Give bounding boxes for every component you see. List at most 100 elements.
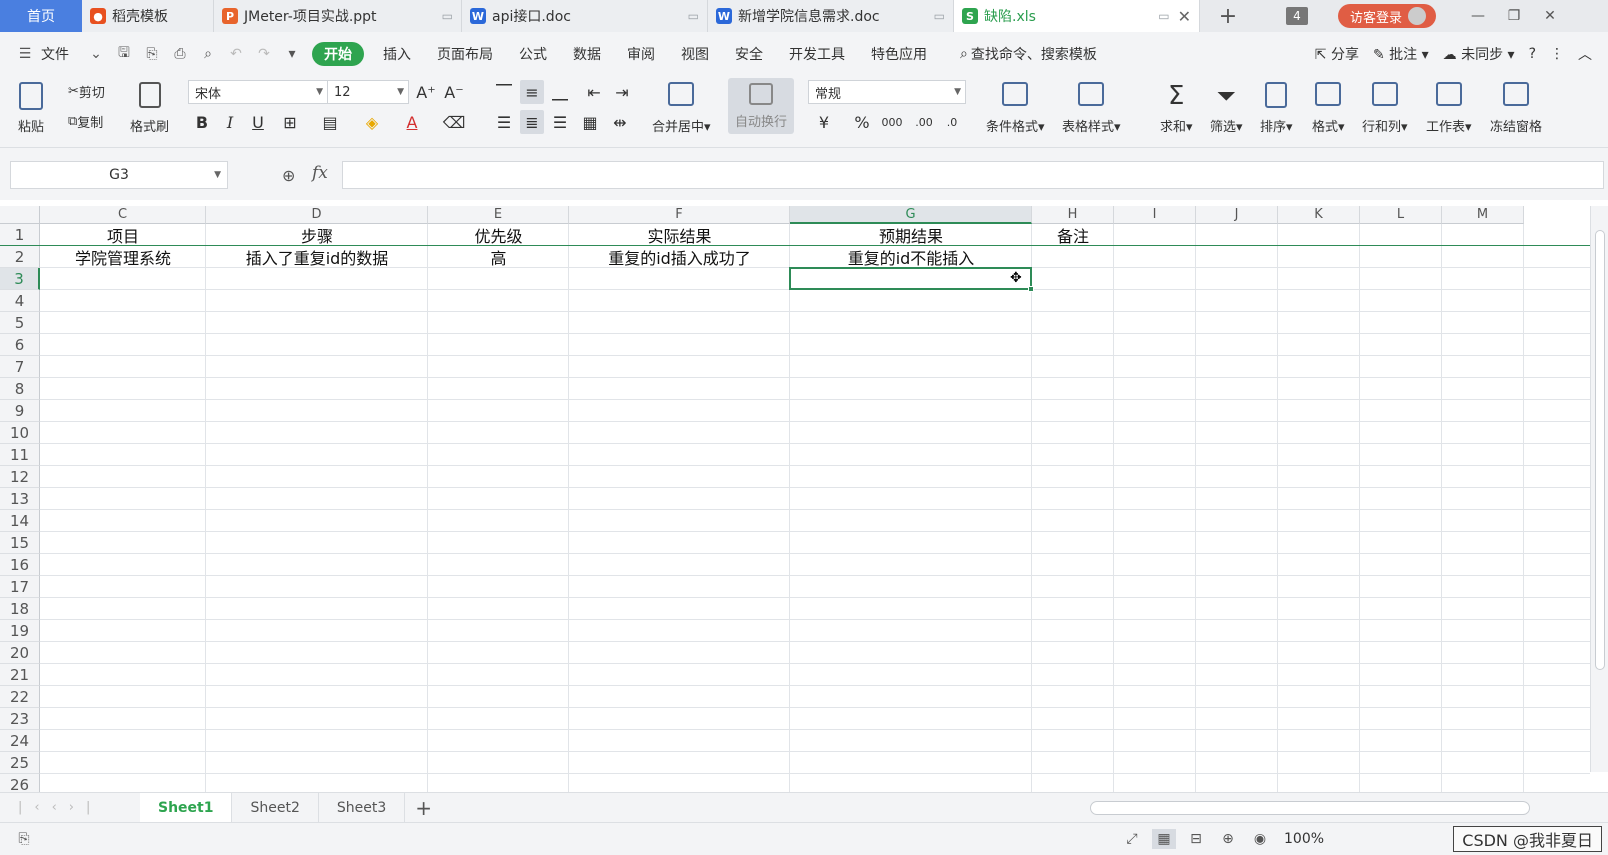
eraser-icon[interactable]: ⌫ bbox=[442, 110, 466, 134]
row-header[interactable]: 25 bbox=[0, 752, 40, 774]
row-header[interactable]: 21 bbox=[0, 664, 40, 686]
row-header[interactable]: 10 bbox=[0, 422, 40, 444]
decrease-decimal-icon[interactable]: .0 bbox=[940, 110, 964, 134]
conditional-format-button[interactable]: 条件格式▾ bbox=[986, 82, 1045, 135]
cell[interactable]: 插入了重复id的数据 bbox=[206, 246, 428, 268]
cell[interactable]: 高 bbox=[428, 246, 569, 268]
cell[interactable]: 步骤 bbox=[206, 224, 428, 246]
fullscreen-icon[interactable]: ⤢ bbox=[1120, 829, 1144, 849]
monitor-icon[interactable]: ▭ bbox=[1150, 9, 1169, 23]
cell[interactable]: 预期结果 bbox=[790, 224, 1032, 246]
help-button[interactable]: ? bbox=[1529, 46, 1536, 62]
menu-data[interactable]: 数据 bbox=[560, 44, 614, 64]
eye-protect-icon[interactable]: ◉ bbox=[1248, 829, 1272, 849]
filter-button[interactable]: ⏷ 筛选▾ bbox=[1210, 82, 1243, 135]
select-all-corner[interactable] bbox=[0, 206, 40, 224]
menu-dev-tools[interactable]: 开发工具 bbox=[776, 44, 858, 64]
column-header[interactable]: D bbox=[206, 206, 428, 224]
page-layout-icon[interactable]: ⊕ bbox=[1216, 829, 1240, 849]
name-box[interactable]: G3 ▼ bbox=[10, 161, 228, 189]
restore-icon[interactable]: ❐ bbox=[1496, 0, 1532, 32]
justify-icon[interactable]: ▦ bbox=[578, 110, 602, 134]
vertical-scrollbar[interactable] bbox=[1590, 206, 1608, 772]
sheet-nav-arrows[interactable]: |‹‹›| bbox=[0, 800, 140, 815]
increase-decimal-icon[interactable]: .00 bbox=[912, 110, 936, 134]
save-icon[interactable]: 🖫 bbox=[113, 43, 135, 65]
hamburger-icon[interactable]: ☰ bbox=[14, 43, 36, 65]
collapse-ribbon-icon[interactable]: ︿ bbox=[1578, 44, 1592, 64]
fx-icon[interactable]: fx bbox=[312, 163, 328, 183]
row-header[interactable]: 5 bbox=[0, 312, 40, 334]
undo-icon[interactable]: ↶ bbox=[225, 43, 247, 65]
monitor-icon[interactable]: ▭ bbox=[434, 9, 453, 23]
column-header[interactable]: J bbox=[1196, 206, 1278, 224]
column-header[interactable]: E bbox=[428, 206, 569, 224]
column-header[interactable]: I bbox=[1114, 206, 1196, 224]
horizontal-scrollbar[interactable] bbox=[1090, 801, 1530, 815]
align-left-icon[interactable]: ☰ bbox=[492, 110, 516, 134]
increase-font-icon[interactable]: A⁺ bbox=[414, 80, 438, 104]
format-button[interactable]: 格式▾ bbox=[1312, 82, 1345, 135]
row-header[interactable]: 22 bbox=[0, 686, 40, 708]
distribute-icon[interactable]: ⇹ bbox=[608, 110, 632, 134]
font-name-select[interactable]: 宋体 ▼ bbox=[188, 80, 328, 104]
fill-handle[interactable] bbox=[1028, 286, 1034, 292]
formula-input[interactable] bbox=[342, 161, 1604, 189]
column-header[interactable]: F bbox=[569, 206, 790, 224]
menu-review[interactable]: 审阅 bbox=[614, 44, 668, 64]
monitor-icon[interactable]: ▭ bbox=[680, 9, 699, 23]
cut-button[interactable]: ✂ 剪切 bbox=[68, 82, 105, 101]
percent-icon[interactable]: % bbox=[850, 110, 874, 134]
column-header[interactable]: G bbox=[790, 206, 1032, 224]
row-header[interactable]: 7 bbox=[0, 356, 40, 378]
cell[interactable]: 学院管理系统 bbox=[40, 246, 206, 268]
column-header[interactable]: H bbox=[1032, 206, 1114, 224]
scrollbar-thumb[interactable] bbox=[1595, 230, 1605, 670]
row-header[interactable]: 3 bbox=[0, 268, 40, 290]
row-header[interactable]: 1 bbox=[0, 224, 40, 246]
align-right-icon[interactable]: ☰ bbox=[548, 110, 572, 134]
menu-start[interactable]: 开始 bbox=[312, 42, 364, 66]
cell[interactable]: 优先级 bbox=[428, 224, 569, 246]
row-header[interactable]: 13 bbox=[0, 488, 40, 510]
row-header[interactable]: 26 bbox=[0, 774, 40, 792]
freeze-panes-button[interactable]: 冻结窗格 bbox=[1490, 82, 1542, 135]
cell[interactable]: 实际结果 bbox=[569, 224, 790, 246]
print-preview-icon[interactable]: ⌕ bbox=[197, 43, 219, 65]
merge-center-button[interactable]: 合并居中▾ bbox=[652, 82, 711, 135]
align-bottom-icon[interactable]: ⎽ bbox=[548, 80, 572, 104]
menu-view[interactable]: 视图 bbox=[668, 44, 722, 64]
worksheet-button[interactable]: 工作表▾ bbox=[1426, 82, 1472, 135]
guest-login-button[interactable]: 访客登录 bbox=[1338, 4, 1437, 28]
cell[interactable]: 重复的id插入成功了 bbox=[569, 246, 790, 268]
tab-count-badge[interactable]: 4 bbox=[1286, 7, 1308, 25]
italic-icon[interactable]: I bbox=[218, 110, 242, 134]
sync-button[interactable]: ☁ 未同步 ▾ bbox=[1443, 44, 1515, 64]
row-header[interactable]: 9 bbox=[0, 400, 40, 422]
tab-jmeter-ppt[interactable]: P JMeter-项目实战.ppt ▭ bbox=[214, 0, 462, 32]
fill-pattern-icon[interactable]: ▤ bbox=[318, 110, 342, 134]
sum-button[interactable]: Σ 求和▾ bbox=[1160, 82, 1193, 135]
zoom-formula-icon[interactable]: ⊕ bbox=[282, 166, 295, 185]
sheet-tab-3[interactable]: Sheet3 bbox=[319, 792, 406, 823]
align-middle-icon[interactable]: ≡ bbox=[520, 80, 544, 104]
row-header[interactable]: 14 bbox=[0, 510, 40, 532]
decrease-font-icon[interactable]: A⁻ bbox=[442, 80, 466, 104]
font-color-icon[interactable]: A bbox=[400, 110, 424, 134]
align-center-icon[interactable]: ≣ bbox=[520, 110, 544, 134]
redo-icon[interactable]: ↷ bbox=[253, 43, 275, 65]
row-header[interactable]: 12 bbox=[0, 466, 40, 488]
indent-icon[interactable]: ⇥ bbox=[610, 80, 634, 104]
number-format-select[interactable]: 常规 ▼ bbox=[808, 80, 966, 104]
tab-api-doc[interactable]: W api接口.doc ▭ bbox=[462, 0, 708, 32]
menu-file[interactable]: 文件 bbox=[39, 44, 82, 64]
menu-page-layout[interactable]: 页面布局 bbox=[424, 44, 506, 64]
minimize-icon[interactable]: — bbox=[1460, 0, 1496, 32]
command-search[interactable]: ⌕ 查找命令、搜索模板 bbox=[960, 44, 1097, 64]
menu-insert[interactable]: 插入 bbox=[370, 44, 424, 64]
customize-icon[interactable]: ▾ bbox=[281, 43, 303, 65]
align-top-icon[interactable]: ⎺ bbox=[492, 80, 516, 104]
row-header[interactable]: 23 bbox=[0, 708, 40, 730]
print-icon[interactable]: ⎙ bbox=[169, 43, 191, 65]
currency-icon[interactable]: ¥ bbox=[812, 110, 836, 134]
